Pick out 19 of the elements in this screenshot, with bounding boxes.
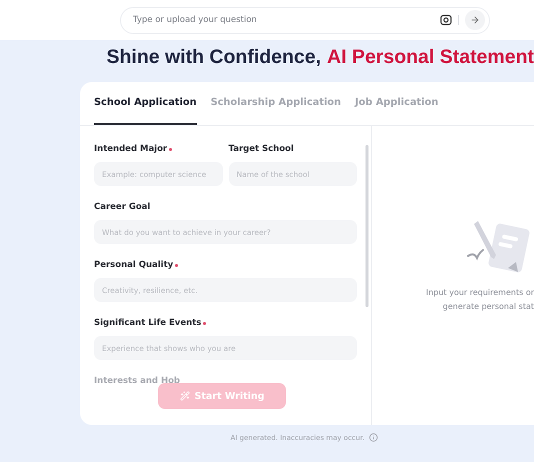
field-label: Career Goal bbox=[94, 202, 150, 212]
search-field[interactable]: Type or upload your question bbox=[131, 14, 440, 26]
tab[interactable]: Job Application bbox=[355, 82, 438, 125]
search-bar[interactable]: Type or upload your question bbox=[120, 6, 490, 34]
field-label: Personal Quality bbox=[94, 260, 174, 270]
empty-state-text: Input your requirements or bbox=[426, 287, 534, 299]
empty-state-text: generate personal stat bbox=[442, 301, 534, 313]
info-icon[interactable] bbox=[368, 433, 378, 442]
camera-icon[interactable] bbox=[440, 14, 452, 26]
page-heading: Shine with Confidence, AI Personal Statement bbox=[106, 44, 534, 70]
wand-icon bbox=[180, 391, 190, 401]
arrow-right-icon bbox=[470, 15, 480, 25]
send-button[interactable] bbox=[465, 10, 485, 30]
field-label: Target School bbox=[228, 144, 294, 154]
tab[interactable]: School Application bbox=[94, 82, 197, 125]
field-label: Intended Major bbox=[94, 144, 168, 154]
field-label: Interests and Hob bbox=[94, 376, 180, 386]
tab[interactable]: Scholarship Application bbox=[210, 82, 342, 125]
field-label: Significant Life Events bbox=[94, 318, 202, 328]
